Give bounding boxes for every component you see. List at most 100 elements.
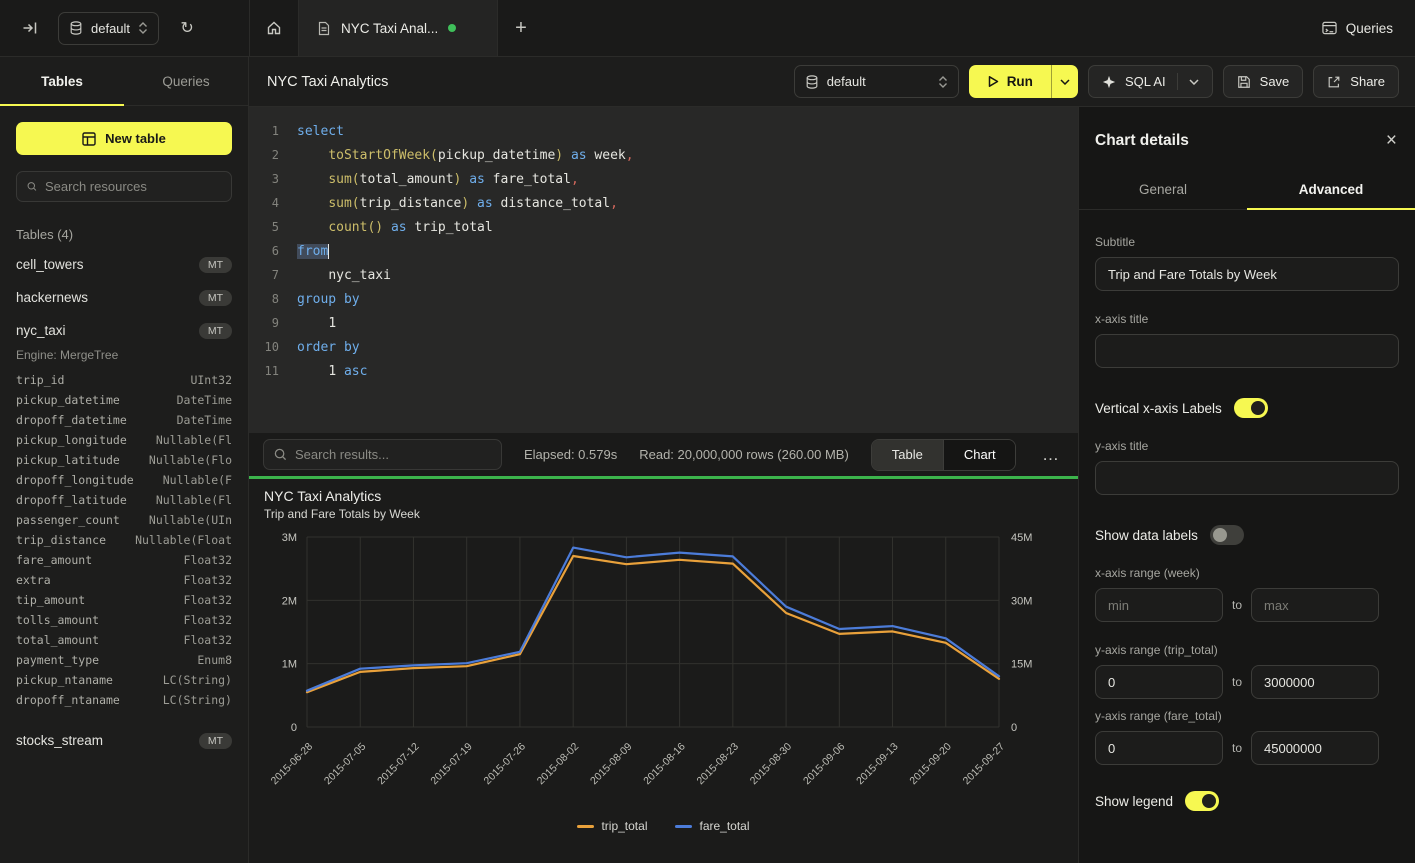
code-line[interactable]: 7 nyc_taxi <box>249 263 1078 287</box>
y-axis-title-input[interactable] <box>1095 461 1399 495</box>
run-button-group: Run <box>969 65 1078 98</box>
column-name: dropoff_latitude <box>16 493 127 507</box>
line-number: 7 <box>259 268 279 282</box>
tables-section-label: Tables (4) <box>16 227 232 242</box>
chart-title: NYC Taxi Analytics <box>264 488 1078 504</box>
table-row-nyc-taxi[interactable]: nyc_taxi MT <box>0 314 248 347</box>
column-type: Enum8 <box>197 653 232 667</box>
chart-canvas[interactable]: 01M2M3M015M30M45M2015-06-282015-07-05201… <box>255 521 1055 819</box>
collapse-sidebar-icon[interactable] <box>16 14 44 42</box>
column-row[interactable]: trip_distanceNullable(Float <box>0 530 248 550</box>
code-line[interactable]: 5 count() as trip_total <box>249 215 1078 239</box>
code-line[interactable]: 9 1 <box>249 311 1078 335</box>
x-axis-range-label: x-axis range (week) <box>1095 566 1399 580</box>
legend-item-trip_total[interactable]: trip_total <box>577 819 647 833</box>
engine-label: Engine: MergeTree <box>16 348 232 362</box>
y-trip-min-input[interactable] <box>1095 665 1223 699</box>
column-row[interactable]: extraFloat32 <box>0 570 248 590</box>
panel-title: Chart details <box>1095 132 1189 150</box>
column-row[interactable]: dropoff_latitudeNullable(Fl <box>0 490 248 510</box>
y-fare-min-input[interactable] <box>1095 731 1223 765</box>
save-button[interactable]: Save <box>1223 65 1304 98</box>
column-row[interactable]: dropoff_ntanameLC(String) <box>0 690 248 710</box>
share-button-label: Share <box>1350 74 1385 89</box>
column-name: tolls_amount <box>16 613 99 627</box>
column-row[interactable]: pickup_longitudeNullable(Fl <box>0 430 248 450</box>
show-legend-row: Show legend <box>1095 791 1399 811</box>
code-line[interactable]: 2 toStartOfWeek(pickup_datetime) as week… <box>249 143 1078 167</box>
code-line[interactable]: 3 sum(total_amount) as fare_total, <box>249 167 1078 191</box>
main-header: NYC Taxi Analytics default Run <box>249 57 1415 107</box>
column-row[interactable]: fare_amountFloat32 <box>0 550 248 570</box>
table-view-button[interactable]: Table <box>872 440 944 470</box>
run-options-button[interactable] <box>1051 65 1078 98</box>
database-selector[interactable]: default <box>58 12 159 45</box>
svg-text:30M: 30M <box>1011 595 1032 607</box>
column-row[interactable]: pickup_datetimeDateTime <box>0 390 248 410</box>
y-axis-range-trip-label: y-axis range (trip_total) <box>1095 643 1399 657</box>
show-data-labels-label: Show data labels <box>1095 528 1198 543</box>
column-type: Nullable(Float <box>135 533 232 547</box>
sidebar-tab-queries[interactable]: Queries <box>124 57 248 105</box>
more-options-icon[interactable]: … <box>1038 445 1064 465</box>
search-results-input[interactable] <box>295 447 491 462</box>
query-database-selector[interactable]: default <box>794 65 959 98</box>
new-tab-button[interactable]: + <box>498 0 544 56</box>
chart-view-button[interactable]: Chart <box>944 440 1016 470</box>
code-line[interactable]: 11 1 asc <box>249 359 1078 383</box>
chevron-down-icon[interactable] <box>1189 79 1199 85</box>
new-table-button[interactable]: New table <box>16 122 232 155</box>
query-tab[interactable]: NYC Taxi Anal... <box>298 0 498 56</box>
search-icon <box>274 448 287 461</box>
engine-badge: MT <box>199 323 232 339</box>
x-axis-title-input[interactable] <box>1095 334 1399 368</box>
home-button[interactable] <box>250 0 298 56</box>
sidebar-tab-tables[interactable]: Tables <box>0 57 124 105</box>
column-row[interactable]: payment_typeEnum8 <box>0 650 248 670</box>
column-row[interactable]: pickup_latitudeNullable(Flo <box>0 450 248 470</box>
sql-editor[interactable]: 1select2 toStartOfWeek(pickup_datetime) … <box>249 107 1078 433</box>
column-row[interactable]: tolls_amountFloat32 <box>0 610 248 630</box>
column-row[interactable]: dropoff_datetimeDateTime <box>0 410 248 430</box>
svg-text:2015-07-26: 2015-07-26 <box>482 741 529 788</box>
share-button[interactable]: Share <box>1313 65 1399 98</box>
code-line[interactable]: 4 sum(trip_distance) as distance_total, <box>249 191 1078 215</box>
run-button[interactable]: Run <box>969 65 1051 98</box>
column-row[interactable]: dropoff_longitudeNullable(F <box>0 470 248 490</box>
legend-label: trip_total <box>601 819 647 833</box>
svg-text:0: 0 <box>291 722 297 734</box>
results-toolbar: Elapsed: 0.579s Read: 20,000,000 rows (2… <box>249 433 1078 476</box>
show-legend-toggle[interactable] <box>1185 791 1219 811</box>
column-row[interactable]: total_amountFloat32 <box>0 630 248 650</box>
close-icon[interactable]: × <box>1386 131 1397 150</box>
search-resources-input[interactable] <box>45 179 221 194</box>
code-line[interactable]: 1select <box>249 119 1078 143</box>
tab-advanced[interactable]: Advanced <box>1247 170 1415 209</box>
column-row[interactable]: trip_idUInt32 <box>0 370 248 390</box>
table-row-cell-towers[interactable]: cell_towers MT <box>0 248 248 281</box>
x-range-max-input[interactable] <box>1251 588 1379 622</box>
x-range-min-input[interactable] <box>1095 588 1223 622</box>
y-fare-max-input[interactable] <box>1251 731 1379 765</box>
legend-item-fare_total[interactable]: fare_total <box>675 819 749 833</box>
code-line[interactable]: 10order by <box>249 335 1078 359</box>
refresh-icon[interactable]: ↻ <box>173 14 201 42</box>
sql-ai-button[interactable]: SQL AI <box>1088 65 1213 98</box>
svg-text:45M: 45M <box>1011 532 1032 544</box>
table-row-stocks-stream[interactable]: stocks_stream MT <box>0 724 248 757</box>
vertical-x-labels-toggle[interactable] <box>1234 398 1268 418</box>
column-name: extra <box>16 573 51 587</box>
column-row[interactable]: pickup_ntanameLC(String) <box>0 670 248 690</box>
line-number: 10 <box>259 340 279 354</box>
table-row-hackernews[interactable]: hackernews MT <box>0 281 248 314</box>
column-row[interactable]: passenger_countNullable(UIn <box>0 510 248 530</box>
code-line[interactable]: 8group by <box>249 287 1078 311</box>
tab-general[interactable]: General <box>1079 170 1247 209</box>
line-number: 5 <box>259 220 279 234</box>
queries-button[interactable]: Queries <box>1322 21 1393 36</box>
y-trip-max-input[interactable] <box>1251 665 1379 699</box>
column-row[interactable]: tip_amountFloat32 <box>0 590 248 610</box>
subtitle-input[interactable] <box>1095 257 1399 291</box>
show-data-labels-toggle[interactable] <box>1210 525 1244 545</box>
code-line[interactable]: 6from <box>249 239 1078 263</box>
